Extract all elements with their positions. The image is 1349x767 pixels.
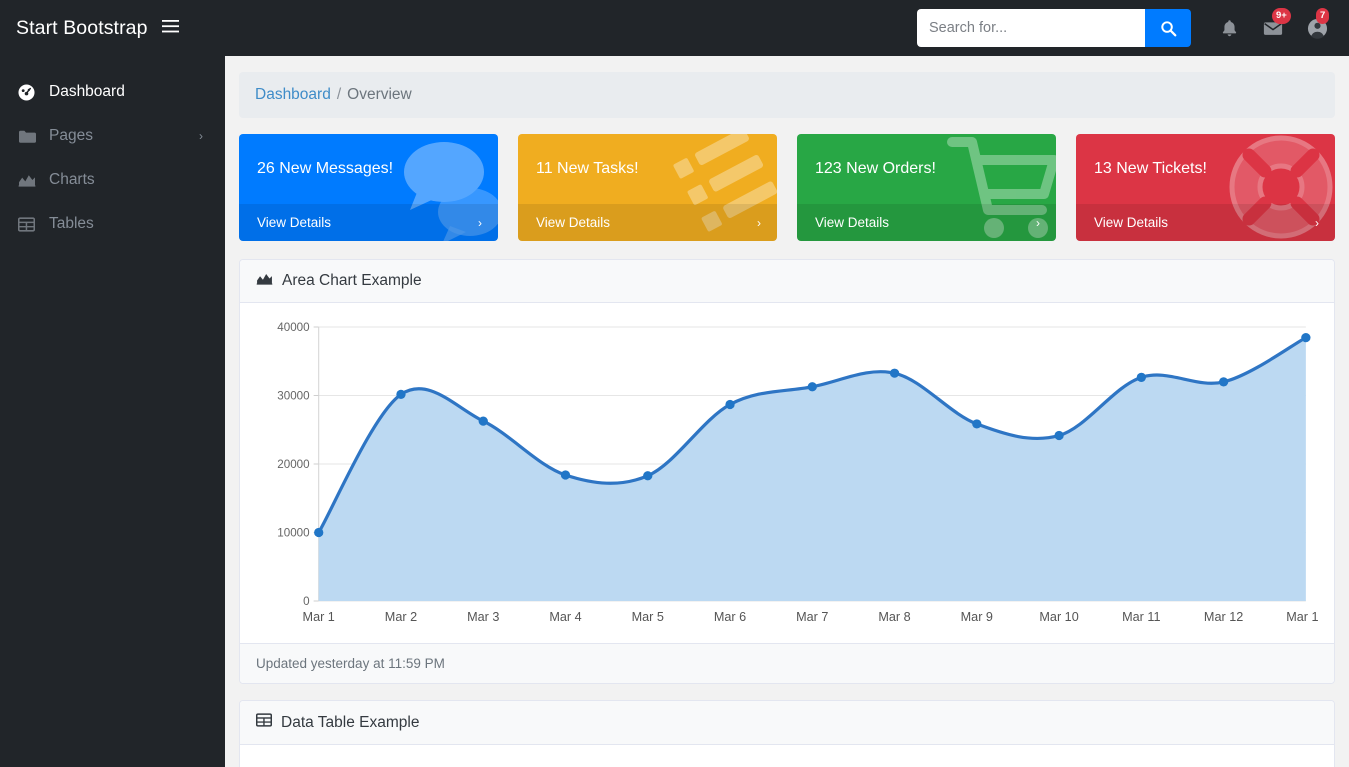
svg-text:40000: 40000	[277, 322, 309, 334]
svg-text:Mar 5: Mar 5	[632, 610, 664, 624]
hamburger-icon[interactable]	[161, 19, 179, 37]
table-icon	[255, 713, 273, 732]
stat-cards: 26 New Messages! View Details › 11 New T…	[239, 134, 1335, 241]
user-badge: 7	[1316, 8, 1330, 24]
chevron-right-icon: ›	[478, 215, 482, 230]
tachometer-icon	[18, 83, 40, 101]
data-table-card: Data Table Example	[239, 700, 1335, 767]
stat-card-messages[interactable]: 26 New Messages! View Details ›	[239, 134, 498, 241]
chevron-right-icon: ›	[1036, 215, 1040, 230]
envelope-icon[interactable]: 9+	[1261, 8, 1291, 41]
sidebar: Dashboard Pages › Charts Tables	[0, 56, 225, 767]
area-chart-icon	[18, 173, 40, 187]
stat-card-title: 26 New Messages!	[257, 160, 394, 177]
sidebar-item-dashboard[interactable]: Dashboard	[0, 70, 225, 114]
stat-card-tasks[interactable]: 11 New Tasks! View Details ›	[518, 134, 777, 241]
stat-card-footer[interactable]: View Details ›	[1076, 204, 1335, 241]
stat-card-link[interactable]: View Details	[1094, 215, 1168, 230]
stat-card-link[interactable]: View Details	[536, 215, 610, 230]
dashboard-app: Start Bootstrap Search for... 9+ 7 Dashb…	[0, 0, 1349, 767]
svg-text:Mar 7: Mar 7	[796, 610, 828, 624]
stat-card-tickets[interactable]: 13 New Tickets! View Details ›	[1076, 134, 1335, 241]
svg-text:10000: 10000	[277, 528, 309, 540]
svg-text:Mar 6: Mar 6	[714, 610, 746, 624]
sidebar-item-label: Pages	[49, 127, 93, 144]
table-icon	[18, 216, 40, 232]
stat-card-title: 13 New Tickets!	[1094, 160, 1207, 177]
chevron-right-icon: ›	[199, 129, 203, 143]
chevron-right-icon: ›	[1315, 215, 1319, 230]
stat-card-orders[interactable]: 123 New Orders! View Details ›	[797, 134, 1056, 241]
svg-text:Mar 11: Mar 11	[1122, 610, 1160, 624]
topbar: Start Bootstrap Search for... 9+ 7	[0, 0, 1349, 56]
search-input[interactable]	[917, 9, 1145, 47]
area-chart-card-title: Area Chart Example	[282, 272, 422, 289]
breadcrumb-root[interactable]: Dashboard	[255, 86, 331, 103]
data-table-card-header: Data Table Example	[240, 701, 1334, 745]
folder-icon	[18, 129, 40, 144]
stat-card-link[interactable]: View Details	[257, 215, 331, 230]
sidebar-item-charts[interactable]: Charts	[0, 158, 225, 202]
area-chart-card-footer: Updated yesterday at 11:59 PM	[240, 643, 1334, 683]
svg-text:Mar 9: Mar 9	[961, 610, 993, 624]
svg-text:Mar 8: Mar 8	[878, 610, 910, 624]
sidebar-item-label: Dashboard	[49, 83, 125, 100]
search-form	[917, 9, 1191, 47]
svg-text:20000: 20000	[277, 459, 309, 471]
stat-card-title: 123 New Orders!	[815, 160, 936, 177]
stat-card-footer[interactable]: View Details ›	[797, 204, 1056, 241]
area-chart-svg[interactable]: 0 10000 20000 30000 40000 Mar 1 Mar 2 Mar 3 Mar …	[256, 317, 1318, 635]
svg-text:Mar 12: Mar 12	[1204, 610, 1243, 624]
envelope-badge: 9+	[1272, 8, 1291, 24]
svg-text:Mar 2: Mar 2	[385, 610, 417, 624]
stat-card-footer[interactable]: View Details ›	[239, 204, 498, 241]
brand-title[interactable]: Start Bootstrap	[14, 17, 148, 40]
area-chart-card-body: 0 10000 20000 30000 40000 Mar 1 Mar 2 Mar 3 Mar …	[240, 303, 1334, 643]
topbar-icons: 9+ 7	[1217, 8, 1335, 41]
sidebar-item-label: Charts	[49, 171, 95, 188]
main-content: Dashboard / Overview 26 New Messages! View…	[225, 56, 1349, 767]
svg-text:Mar 1: Mar 1	[303, 610, 335, 624]
svg-text:Mar 13: Mar 13	[1286, 610, 1318, 624]
data-table-card-title: Data Table Example	[281, 713, 420, 731]
svg-text:Mar 10: Mar 10	[1039, 610, 1078, 624]
chevron-right-icon: ›	[757, 215, 761, 230]
svg-text:30000: 30000	[277, 391, 309, 403]
area-chart-card: Area Chart Example 0 10000 20000 30000 40000…	[239, 259, 1335, 684]
stat-card-title: 11 New Tasks!	[536, 160, 639, 177]
breadcrumb-current: Overview	[347, 86, 412, 103]
svg-text:0: 0	[303, 596, 309, 608]
area-chart[interactable]: 0 10000 20000 30000 40000 Mar 1 Mar 2 Mar 3 Mar …	[256, 317, 1318, 635]
sidebar-item-label: Tables	[49, 215, 94, 232]
area-chart-card-header: Area Chart Example	[240, 260, 1334, 303]
breadcrumb: Dashboard / Overview	[239, 72, 1335, 118]
body-wrapper: Dashboard Pages › Charts Tables Dashboar…	[0, 56, 1349, 767]
search-button[interactable]	[1145, 9, 1191, 47]
area-chart-icon	[256, 272, 273, 290]
svg-text:Mar 4: Mar 4	[549, 610, 581, 624]
data-table-card-body	[240, 745, 1334, 767]
stat-card-link[interactable]: View Details	[815, 215, 889, 230]
stat-card-footer[interactable]: View Details ›	[518, 204, 777, 241]
sidebar-item-tables[interactable]: Tables	[0, 202, 225, 246]
svg-text:Mar 3: Mar 3	[467, 610, 499, 624]
user-circle-icon[interactable]: 7	[1305, 8, 1330, 41]
bell-icon[interactable]	[1217, 15, 1241, 41]
breadcrumb-separator: /	[336, 86, 342, 103]
sidebar-item-pages[interactable]: Pages ›	[0, 114, 225, 158]
